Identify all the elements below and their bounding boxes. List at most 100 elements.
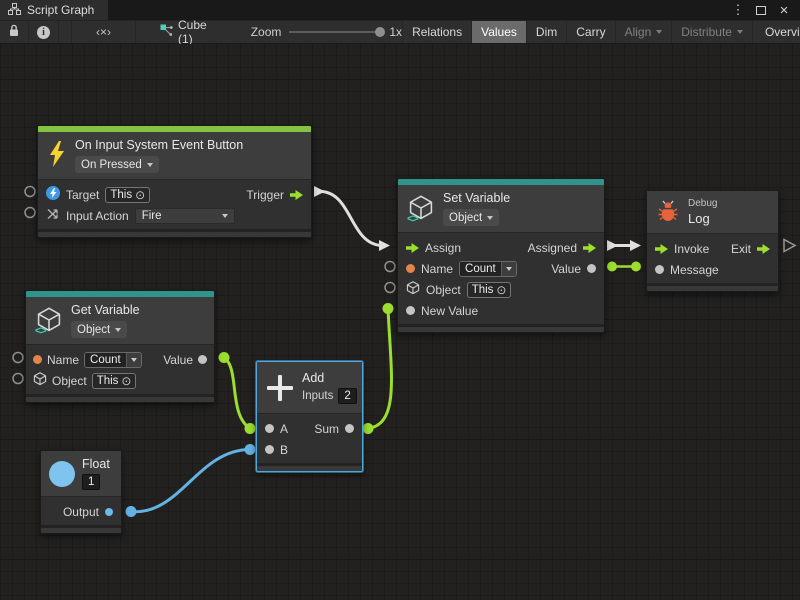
flow-wire-trigger-assign[interactable] <box>322 192 381 246</box>
wire-endpoint <box>126 506 137 517</box>
wire-endpoint <box>383 303 394 314</box>
zoom-slider-handle[interactable] <box>375 27 385 37</box>
node-float[interactable]: Float 1 Output <box>40 450 122 534</box>
chevron-down-icon <box>506 267 512 271</box>
maximize-icon[interactable] <box>753 3 769 18</box>
exit-flow-port[interactable] <box>757 244 770 254</box>
distribute-button[interactable]: Distribute <box>672 21 753 43</box>
assigned-port-label: Assigned <box>528 241 577 255</box>
close-icon[interactable]: × <box>776 2 792 19</box>
variable-scope-dropdown[interactable]: Object <box>71 321 127 338</box>
edge-port[interactable] <box>13 374 23 384</box>
object-chip[interactable]: This ⊙ <box>467 282 512 298</box>
input-b-port[interactable] <box>265 445 274 454</box>
input-a-label: A <box>280 422 288 436</box>
inputs-count-field[interactable]: 2 <box>338 388 356 404</box>
menu-icon[interactable]: ⋮ <box>730 2 746 18</box>
object-port-label: Object <box>426 283 461 297</box>
name-value-port[interactable] <box>33 355 42 364</box>
flow-wire-start-arrow[interactable] <box>314 186 325 197</box>
node-on-input-system-event-button[interactable]: On Input System Event Button On Pressed … <box>37 125 312 238</box>
chevron-down-icon <box>487 216 493 220</box>
exit-port-label: Exit <box>731 242 751 256</box>
message-port[interactable] <box>655 265 664 274</box>
wire-endpoint <box>607 262 617 272</box>
node-add[interactable]: Add Inputs 2 A Sum B <box>256 361 363 472</box>
zoom-value: 1x <box>389 25 402 39</box>
bug-icon <box>657 200 679 225</box>
object-picker-icon[interactable]: ⊙ <box>121 375 131 387</box>
object-chip[interactable]: This ⊙ <box>92 373 137 389</box>
name-port-label: Name <box>421 262 453 276</box>
lock-button[interactable] <box>0 21 29 43</box>
node-footer <box>398 324 604 332</box>
object-picker-icon[interactable]: ⊙ <box>496 284 506 296</box>
flow-wire-end-arrow[interactable] <box>379 240 390 251</box>
dim-button[interactable]: Dim <box>527 21 567 43</box>
edge-port[interactable] <box>385 283 395 293</box>
lock-icon <box>8 24 20 40</box>
exit-edge-port[interactable] <box>784 240 795 252</box>
input-system-icon <box>46 186 60 203</box>
float-value-field[interactable]: 1 <box>82 474 100 490</box>
breadcrumb[interactable]: Cube (1) <box>150 21 217 43</box>
edge-port[interactable] <box>385 262 395 272</box>
variable-name-dropdown[interactable]: Count <box>459 261 517 277</box>
variable-name-dropdown[interactable]: Count <box>84 352 142 368</box>
lightning-bolt-icon <box>48 141 66 170</box>
chevron-down-icon <box>115 328 121 332</box>
tab-title: Script Graph <box>27 3 94 17</box>
edge-port[interactable] <box>25 208 35 218</box>
inputs-label: Inputs <box>302 390 333 402</box>
value-output-port[interactable] <box>198 355 207 364</box>
input-action-dropdown[interactable]: Fire <box>135 208 235 224</box>
variable-scope-dropdown[interactable]: Object <box>443 209 499 226</box>
zoom-label: Zoom <box>251 25 282 39</box>
new-value-port[interactable] <box>406 306 415 315</box>
values-button[interactable]: Values <box>472 21 527 43</box>
node-set-variable[interactable]: <> Set Variable Object Assign Assigned <box>397 178 605 333</box>
breadcrumb-label: Cube (1) <box>178 18 207 46</box>
name-port-label: Name <box>47 353 79 367</box>
value-port-label: Value <box>551 262 581 276</box>
object-cube-icon <box>33 372 47 389</box>
graph-canvas[interactable]: On Input System Event Button On Pressed … <box>0 44 800 600</box>
object-picker-icon[interactable]: ⊙ <box>135 189 145 201</box>
input-a-port[interactable] <box>265 424 274 433</box>
info-button[interactable]: i <box>29 21 59 43</box>
align-button[interactable]: Align <box>616 21 673 43</box>
edge-port[interactable] <box>13 353 23 363</box>
invoke-flow-port[interactable] <box>655 244 668 254</box>
value-wire-sum-newvalue[interactable] <box>368 309 391 429</box>
node-debug-log[interactable]: Debug Log Invoke Exit <box>646 190 779 292</box>
graph-toolbar: i ‹×› Cube (1) Zoom 1x Relat <box>0 20 800 44</box>
object-port-label: Object <box>52 374 87 388</box>
node-category: Debug <box>688 198 717 210</box>
window-controls: ⋮ × <box>730 0 800 20</box>
edge-port[interactable] <box>25 187 35 197</box>
zoom-control: Zoom 1x <box>251 21 402 43</box>
value-wire-get-addA[interactable] <box>224 358 250 429</box>
wire-endpoint <box>363 423 374 434</box>
tab-script-graph[interactable]: Script Graph <box>0 0 108 20</box>
assign-flow-port[interactable] <box>406 243 419 253</box>
assigned-flow-port[interactable] <box>583 243 596 253</box>
overview-button[interactable]: Overview <box>753 21 800 43</box>
name-value-port[interactable] <box>406 264 415 273</box>
carry-button[interactable]: Carry <box>567 21 615 43</box>
code-view-button[interactable]: ‹×› <box>71 21 136 43</box>
output-port[interactable] <box>105 508 113 516</box>
trigger-flow-port[interactable] <box>290 190 303 200</box>
zoom-slider[interactable] <box>289 31 381 33</box>
sum-output-port[interactable] <box>345 424 354 433</box>
plus-icon <box>267 375 293 401</box>
target-object-chip[interactable]: This ⊙ <box>105 187 150 203</box>
relations-button[interactable]: Relations <box>402 21 472 43</box>
flow-arrow[interactable] <box>630 240 641 251</box>
value-output-port[interactable] <box>587 264 596 273</box>
event-mode-dropdown[interactable]: On Pressed <box>75 156 159 173</box>
node-get-variable[interactable]: <> Get Variable Object Name Count <box>25 290 215 403</box>
flow-arrow[interactable] <box>607 240 618 251</box>
value-wire-float-addB[interactable] <box>131 450 250 512</box>
node-title: Log <box>688 211 710 226</box>
